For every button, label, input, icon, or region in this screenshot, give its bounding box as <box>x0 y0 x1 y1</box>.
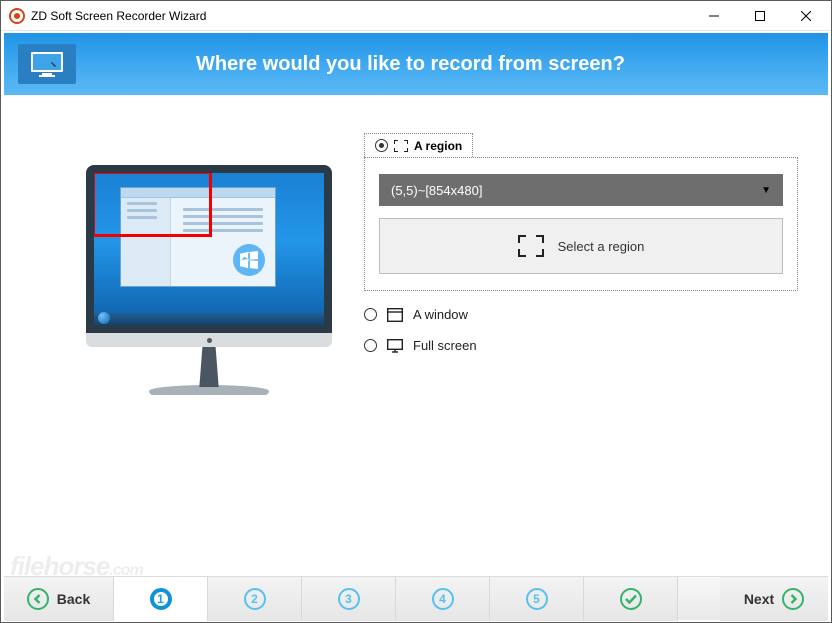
region-highlight-icon <box>94 173 212 237</box>
option-fullscreen[interactable]: Full screen <box>364 338 798 353</box>
step-4-icon: 4 <box>432 588 454 610</box>
step-3[interactable]: 3 <box>302 577 396 621</box>
next-label: Next <box>744 591 774 607</box>
illustration <box>54 145 364 546</box>
content-area: A region (5,5)~[854x480] ▼ Select a regi… <box>4 95 828 576</box>
select-region-label: Select a region <box>558 239 645 254</box>
step-1-icon: 1 <box>150 588 172 610</box>
step-1[interactable]: 1 <box>114 577 208 621</box>
next-button[interactable]: Next <box>720 577 828 621</box>
select-region-icon <box>518 235 544 257</box>
option-window[interactable]: A window <box>364 307 798 322</box>
window-icon <box>387 308 403 322</box>
fullscreen-radio-icon <box>364 339 377 352</box>
step-5[interactable]: 5 <box>490 577 584 621</box>
option-window-label: A window <box>413 307 468 322</box>
minimize-button[interactable] <box>691 1 737 30</box>
window-radio-icon <box>364 308 377 321</box>
app-window: ZD Soft Screen Recorder Wizard Where wou… <box>0 0 832 623</box>
step-done[interactable] <box>584 577 678 621</box>
option-region-label: A region <box>414 139 462 153</box>
monitor-icon <box>387 339 403 353</box>
dropdown-arrow-icon: ▼ <box>761 185 771 196</box>
window-title: ZD Soft Screen Recorder Wizard <box>31 9 691 23</box>
step-2-icon: 2 <box>244 588 266 610</box>
step-2[interactable]: 2 <box>208 577 302 621</box>
options-panel: A region (5,5)~[854x480] ▼ Select a regi… <box>364 145 798 546</box>
back-label: Back <box>57 591 90 607</box>
region-panel: (5,5)~[854x480] ▼ Select a region <box>364 157 798 291</box>
step-done-icon <box>620 588 642 610</box>
back-arrow-icon <box>27 588 49 610</box>
region-size-dropdown[interactable]: (5,5)~[854x480] ▼ <box>379 174 783 206</box>
step-5-icon: 5 <box>526 588 548 610</box>
option-region-tab[interactable]: A region <box>364 133 473 157</box>
banner-icon <box>18 44 76 84</box>
app-icon <box>9 8 25 24</box>
option-fullscreen-label: Full screen <box>413 338 477 353</box>
step-4[interactable]: 4 <box>396 577 490 621</box>
step-3-icon: 3 <box>338 588 360 610</box>
region-brackets-icon <box>394 140 408 152</box>
banner-title: Where would you like to record from scre… <box>196 53 625 76</box>
header-banner: Where would you like to record from scre… <box>4 33 828 95</box>
region-radio-selected-icon <box>375 139 388 152</box>
maximize-button[interactable] <box>737 1 783 30</box>
next-arrow-icon <box>782 588 804 610</box>
back-button[interactable]: Back <box>4 577 114 621</box>
window-controls <box>691 1 829 30</box>
close-button[interactable] <box>783 1 829 30</box>
region-size-value: (5,5)~[854x480] <box>391 183 482 198</box>
wizard-footer: filehorse.com Back 1 2 3 4 5 Next <box>4 576 828 620</box>
select-region-button[interactable]: Select a region <box>379 218 783 274</box>
titlebar: ZD Soft Screen Recorder Wizard <box>1 1 831 31</box>
